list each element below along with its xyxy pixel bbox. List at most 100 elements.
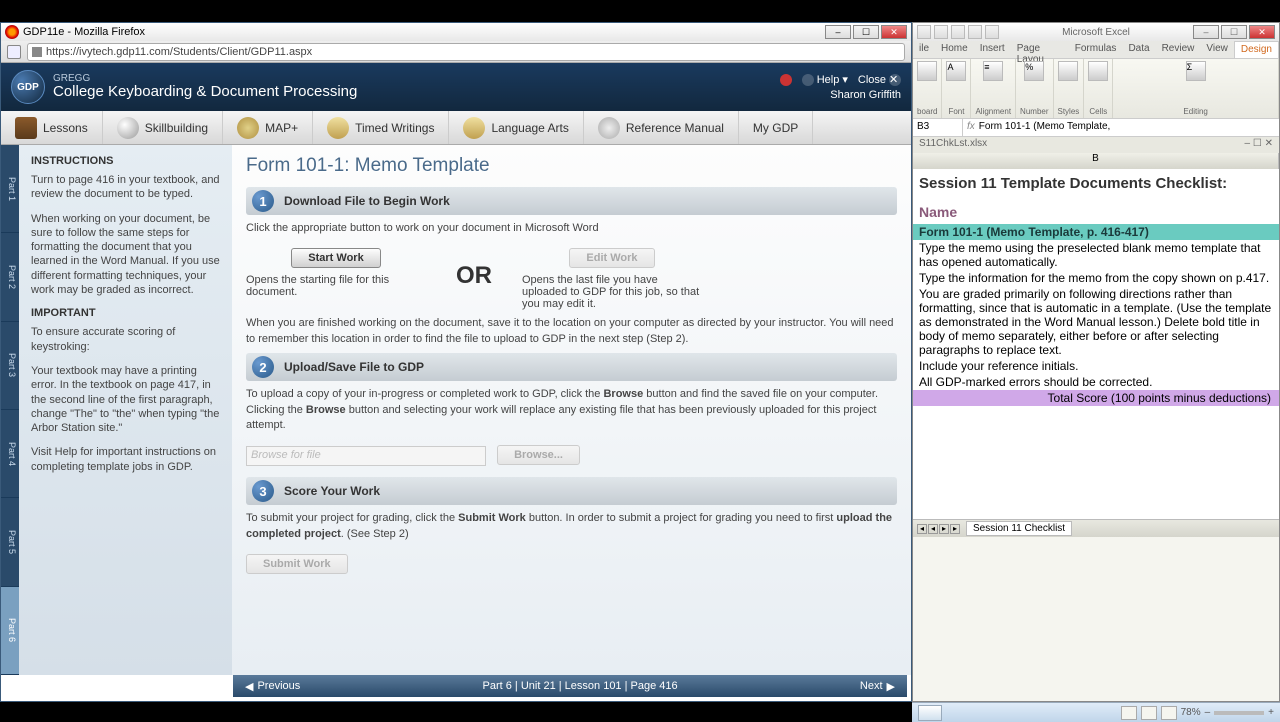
important-p4: Your textbook may have a printing error.…: [31, 364, 220, 435]
ribbon-number[interactable]: %Number: [1016, 59, 1053, 118]
gdp-main-title: College Keyboarding & Document Processin…: [53, 84, 357, 101]
cells-icon[interactable]: [1088, 61, 1108, 81]
tab-view[interactable]: View: [1200, 41, 1234, 58]
step3-title: Score Your Work: [284, 484, 380, 498]
close-icon: ✕: [889, 74, 901, 86]
maximize-button[interactable]: ☐: [853, 25, 879, 39]
qat-btn[interactable]: [985, 25, 999, 39]
qat-redo-icon[interactable]: [951, 25, 965, 39]
nav-refman[interactable]: Reference Manual: [584, 111, 739, 144]
minimize-button[interactable]: –: [825, 25, 851, 39]
nav-skillbuilding[interactable]: Skillbuilding: [103, 111, 223, 144]
cell-r5[interactable]: All GDP-marked errors should be correcte…: [913, 374, 1279, 390]
ribbon-alignment[interactable]: ≡Alignment: [971, 59, 1016, 118]
window-close-button[interactable]: ✕: [881, 25, 907, 39]
cell-r2[interactable]: Type the information for the memo from t…: [913, 270, 1279, 286]
cell-band[interactable]: Form 101-1 (Memo Template, p. 416-417): [913, 224, 1279, 240]
site-flag-icon[interactable]: [780, 73, 792, 86]
excel-window: Microsoft Excel – ☐ ✕ ile Home Insert Pa…: [912, 22, 1280, 702]
cell-name[interactable]: Name: [913, 198, 1279, 224]
nav-timed[interactable]: Timed Writings: [313, 111, 449, 144]
view-break-icon[interactable]: [1161, 706, 1177, 720]
side-tab-part4[interactable]: Part 4: [1, 410, 19, 498]
tab-home[interactable]: Home: [935, 41, 974, 58]
styles-icon[interactable]: [1058, 61, 1078, 81]
prev-button[interactable]: ◀Previous: [233, 680, 312, 693]
sheet-nav[interactable]: ◂◂▸▸: [917, 524, 960, 534]
skillbuilding-icon: [117, 117, 139, 139]
zoom-out-button[interactable]: –: [1205, 707, 1211, 718]
excel-titlebar: Microsoft Excel – ☐ ✕: [913, 23, 1279, 41]
footer-bar: ◀Previous Part 6 | Unit 21 | Lesson 101 …: [233, 675, 907, 697]
tab-file[interactable]: ile: [913, 41, 935, 58]
gdp-logo: GDP: [11, 70, 45, 104]
zoom-in-button[interactable]: +: [1268, 707, 1274, 718]
zoom-slider[interactable]: [1214, 711, 1264, 715]
doc-window-buttons[interactable]: – ☐ ✕: [1245, 138, 1273, 152]
cell-total[interactable]: Total Score (100 points minus deductions…: [913, 390, 1279, 406]
tab-pagelayout[interactable]: Page Layou: [1011, 41, 1069, 58]
edit-work-button[interactable]: Edit Work: [569, 248, 654, 268]
step1-bar: 1 Download File to Begin Work: [246, 187, 897, 215]
tab-formulas[interactable]: Formulas: [1069, 41, 1123, 58]
side-tab-part1[interactable]: Part 1: [1, 145, 19, 233]
side-tab-part2[interactable]: Part 2: [1, 233, 19, 321]
help-link[interactable]: Help ▾: [802, 73, 848, 86]
next-button[interactable]: Next▶: [848, 680, 907, 693]
ribbon-cells[interactable]: Cells: [1084, 59, 1113, 118]
side-tabs: Part 1 Part 2 Part 3 Part 4 Part 5 Part …: [1, 145, 19, 675]
tab-data[interactable]: Data: [1122, 41, 1155, 58]
qat-undo-icon[interactable]: [934, 25, 948, 39]
nav-back-icon[interactable]: [7, 45, 21, 59]
start-work-button[interactable]: Start Work: [291, 248, 380, 268]
breadcrumb: Part 6 | Unit 21 | Lesson 101 | Page 416: [312, 680, 848, 692]
tab-design[interactable]: Design: [1234, 41, 1279, 58]
tab-insert[interactable]: Insert: [974, 41, 1011, 58]
percent-icon[interactable]: %: [1024, 61, 1044, 81]
pencil-icon: [463, 117, 485, 139]
excel-minimize-button[interactable]: –: [1193, 25, 1219, 39]
tab-review[interactable]: Review: [1156, 41, 1201, 58]
gdp-title-block: GREGG College Keyboarding & Document Pro…: [53, 73, 357, 101]
browse-button[interactable]: Browse...: [497, 445, 580, 465]
nav-langarts[interactable]: Language Arts: [449, 111, 583, 144]
side-tab-part5[interactable]: Part 5: [1, 498, 19, 586]
sum-icon[interactable]: Σ: [1186, 61, 1206, 81]
qat-save-icon[interactable]: [917, 25, 931, 39]
qat-btn[interactable]: [968, 25, 982, 39]
ribbon-clipboard[interactable]: board: [913, 59, 942, 118]
file-path-input[interactable]: Browse for file: [246, 446, 486, 466]
cell-r1[interactable]: Type the memo using the preselected blan…: [913, 240, 1279, 270]
align-icon[interactable]: ≡: [983, 61, 1003, 81]
nav-mygdp[interactable]: My GDP: [739, 111, 813, 144]
cell-r4[interactable]: Include your reference initials.: [913, 358, 1279, 374]
excel-close-button[interactable]: ✕: [1249, 25, 1275, 39]
cell-title[interactable]: Session 11 Template Documents Checklist:: [913, 169, 1279, 198]
side-tab-part3[interactable]: Part 3: [1, 322, 19, 410]
paste-icon[interactable]: [917, 61, 937, 81]
side-tab-part6[interactable]: Part 6: [1, 587, 19, 675]
map-icon: [237, 117, 259, 139]
sheet-tab[interactable]: Session 11 Checklist: [966, 521, 1072, 536]
close-link[interactable]: Close✕: [858, 73, 901, 86]
ribbon-font[interactable]: AFont: [942, 59, 971, 118]
formula-input[interactable]: fxForm 101-1 (Memo Template,: [963, 119, 1279, 136]
cell-r3[interactable]: You are graded primarily on following di…: [913, 286, 1279, 358]
ribbon-styles[interactable]: Styles: [1054, 59, 1085, 118]
url-input[interactable]: https://ivytech.gdp11.com/Students/Clien…: [27, 43, 905, 61]
cell-ref-input[interactable]: B3: [913, 119, 963, 136]
font-icon[interactable]: A: [946, 61, 966, 81]
ribbon-editing[interactable]: ΣEditing: [1113, 59, 1279, 118]
column-headers: B: [913, 153, 1279, 169]
view-normal-icon[interactable]: [1121, 706, 1137, 720]
step2-title: Upload/Save File to GDP: [284, 360, 424, 374]
excel-maximize-button[interactable]: ☐: [1221, 25, 1247, 39]
view-layout-icon[interactable]: [1141, 706, 1157, 720]
submit-work-button[interactable]: Submit Work: [246, 554, 348, 574]
nav-map[interactable]: MAP+: [223, 111, 313, 144]
sheet-area[interactable]: Session 11 Template Documents Checklist:…: [913, 169, 1279, 519]
col-b[interactable]: B: [913, 153, 1279, 169]
nav-lessons[interactable]: Lessons: [1, 111, 103, 144]
taskbar-item[interactable]: [918, 705, 942, 721]
firefox-icon: [5, 25, 19, 39]
